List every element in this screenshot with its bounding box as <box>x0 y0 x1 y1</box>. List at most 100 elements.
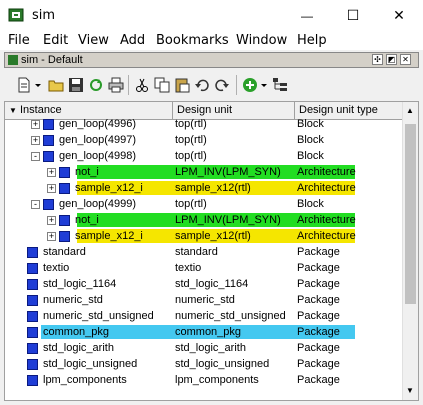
design-unit-type: Package <box>297 278 340 290</box>
design-unit: top(rtl) <box>175 150 207 162</box>
instance-name: common_pkg <box>43 326 110 338</box>
tree-row[interactable]: common_pkg common_pkg Package <box>5 324 402 340</box>
tree-row[interactable]: + sample_x12_i sample_x12(rtl) Architecture <box>5 228 402 244</box>
instance-icon <box>27 263 38 274</box>
tree-row[interactable]: + not_i LPM_INV(LPM_SYN) Architecture <box>5 212 402 228</box>
instance-name: not_i <box>75 214 99 226</box>
design-unit: std_logic_1164 <box>175 278 249 290</box>
instance-icon <box>43 135 54 146</box>
subwindow-restore-icon[interactable]: ◩ <box>386 54 397 65</box>
expand-icon[interactable]: + <box>47 216 56 225</box>
expand-icon[interactable]: + <box>47 232 56 241</box>
copy-icon[interactable] <box>154 77 170 93</box>
design-hierarchy-tree[interactable]: ▼ Instance Design unit Design unit type … <box>4 101 419 401</box>
instance-icon <box>27 295 38 306</box>
menu-help[interactable]: Help <box>297 33 327 48</box>
instance-icon <box>27 375 38 386</box>
print-icon[interactable] <box>108 77 124 93</box>
tree-row[interactable]: textio textio Package <box>5 260 402 276</box>
tree-row[interactable]: - gen_loop(4998) top(rtl) Block <box>5 148 402 164</box>
design-unit-type: Package <box>297 294 340 306</box>
instance-icon <box>59 167 70 178</box>
design-unit-type: Block <box>297 198 324 210</box>
redo-icon[interactable] <box>214 77 230 93</box>
close-button[interactable]: ✕ <box>376 0 422 31</box>
menu-bar: File Edit View Add Bookmarks Window Help <box>0 31 423 50</box>
design-unit: LPM_INV(LPM_SYN) <box>175 214 281 226</box>
design-unit-type: Block <box>297 134 324 146</box>
design-unit: top(rtl) <box>175 118 207 130</box>
tree-row[interactable]: std_logic_unsigned std_logic_unsigned Pack… <box>5 356 402 372</box>
instance-name: gen_loop(4997) <box>59 134 137 146</box>
hierarchy-icon[interactable] <box>272 77 288 93</box>
expand-icon[interactable]: + <box>31 136 40 145</box>
menu-bookmarks[interactable]: Bookmarks <box>156 33 229 48</box>
minimize-button[interactable]: — <box>284 0 330 31</box>
subwindow-pin-icon[interactable]: ✣ <box>372 54 383 65</box>
open-icon[interactable] <box>48 77 64 93</box>
scroll-down-icon[interactable]: ▼ <box>406 386 414 395</box>
subwindow-close-icon[interactable]: ✕ <box>400 54 411 65</box>
tree-row[interactable]: numeric_std numeric_std Package <box>5 292 402 308</box>
scroll-up-icon[interactable]: ▲ <box>406 106 414 115</box>
instance-icon <box>43 119 54 130</box>
design-unit-type: Package <box>297 342 340 354</box>
collapse-icon[interactable]: - <box>31 200 40 209</box>
add-icon[interactable] <box>242 77 258 93</box>
tree-row[interactable]: - gen_loop(4999) top(rtl) Block <box>5 196 402 212</box>
instance-icon <box>43 151 54 162</box>
sort-arrow-icon: ▼ <box>9 106 17 115</box>
expand-icon[interactable]: + <box>47 184 56 193</box>
design-unit: numeric_std_unsigned <box>175 310 286 322</box>
design-unit: numeric_std <box>175 294 235 306</box>
toolbar-separator <box>236 75 237 95</box>
tree-row[interactable]: std_logic_1164 std_logic_1164 Package <box>5 276 402 292</box>
tree-row[interactable]: + sample_x12_i sample_x12(rtl) Architecture <box>5 180 402 196</box>
tree-row[interactable]: + gen_loop(4996) top(rtl) Block <box>5 116 402 132</box>
instance-name: std_logic_arith <box>43 342 114 354</box>
tree-row[interactable]: lpm_components lpm_components Package <box>5 372 402 388</box>
collapse-icon[interactable]: - <box>31 152 40 161</box>
instance-name: gen_loop(4998) <box>59 150 137 162</box>
instance-name: std_logic_unsigned <box>43 358 138 370</box>
menu-file[interactable]: File <box>8 33 30 48</box>
subwindow-title-bar: sim - Default ✣ ◩ ✕ <box>4 52 419 68</box>
vertical-scrollbar[interactable]: ▲ ▼ <box>402 102 418 400</box>
add-dropdown-icon[interactable] <box>260 77 268 93</box>
menu-edit[interactable]: Edit <box>43 33 68 48</box>
design-unit-type: Architecture <box>297 182 356 194</box>
design-unit-type: Package <box>297 246 340 258</box>
new-icon[interactable] <box>16 77 32 93</box>
instance-icon <box>27 327 38 338</box>
scrollbar-thumb[interactable] <box>405 124 416 304</box>
menu-view[interactable]: View <box>78 33 109 48</box>
undo-icon[interactable] <box>194 77 210 93</box>
design-unit-type: Package <box>297 310 340 322</box>
menu-window[interactable]: Window <box>236 33 287 48</box>
expand-icon[interactable]: + <box>31 120 40 129</box>
design-unit-type: Package <box>297 374 340 386</box>
new-dropdown-icon[interactable] <box>34 77 42 93</box>
tree-row[interactable]: + gen_loop(4997) top(rtl) Block <box>5 132 402 148</box>
instance-icon <box>59 231 70 242</box>
tree-row[interactable]: standard standard Package <box>5 244 402 260</box>
instance-icon <box>59 215 70 226</box>
cut-icon[interactable] <box>134 77 150 93</box>
reload-icon[interactable] <box>88 77 104 93</box>
expand-icon[interactable]: + <box>47 168 56 177</box>
design-unit: common_pkg <box>175 326 242 338</box>
design-unit-type: Architecture <box>297 166 356 178</box>
instance-name: std_logic_1164 <box>43 278 117 290</box>
tree-row[interactable]: numeric_std_unsigned numeric_std_unsigned… <box>5 308 402 324</box>
tree-row[interactable]: + not_i LPM_INV(LPM_SYN) Architecture <box>5 164 402 180</box>
paste-icon[interactable] <box>174 77 190 93</box>
title-bar: sim — ☐ ✕ <box>0 0 423 31</box>
design-unit: sample_x12(rtl) <box>175 230 251 242</box>
tree-row[interactable]: std_logic_arith std_logic_arith Package <box>5 340 402 356</box>
instance-icon <box>59 183 70 194</box>
maximize-button[interactable]: ☐ <box>330 0 376 31</box>
menu-add[interactable]: Add <box>120 33 145 48</box>
design-unit: standard <box>175 246 218 258</box>
save-icon[interactable] <box>68 77 84 93</box>
instance-icon <box>27 311 38 322</box>
